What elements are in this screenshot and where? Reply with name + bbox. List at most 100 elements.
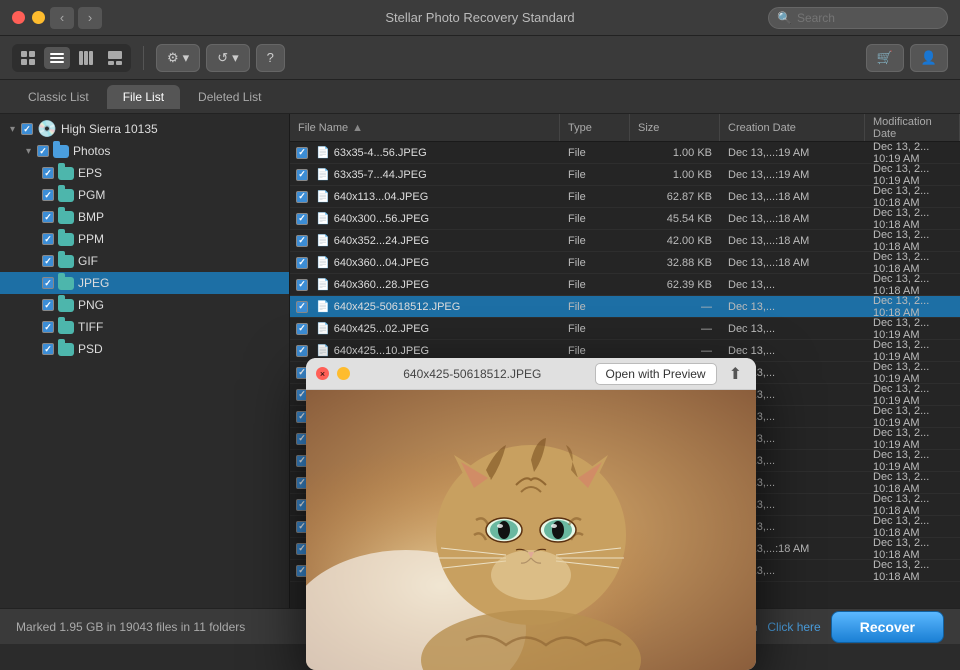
file-list-header: File Name ▲ Type Size Creation Date Modi… bbox=[290, 114, 960, 142]
sidebar-item-photos[interactable]: ▾ ✓ Photos bbox=[0, 140, 289, 162]
file-name-cell: ✓ 📄 640x352...24.JPEG bbox=[290, 234, 560, 247]
row-checkbox-2[interactable]: ✓ bbox=[296, 191, 308, 203]
minimize-button[interactable] bbox=[32, 11, 45, 24]
view-columns-button[interactable] bbox=[73, 47, 99, 69]
sidebar-label-ppm: PPM bbox=[78, 232, 283, 246]
table-row[interactable]: ✓ 📄 63x35-7...44.JPEG File 1.00 KB Dec 1… bbox=[290, 164, 960, 186]
checkbox-pgm[interactable]: ✓ bbox=[42, 189, 54, 201]
sidebar-item-ppm[interactable]: ✓ PPM bbox=[0, 228, 289, 250]
row-checkbox-9[interactable]: ✓ bbox=[296, 345, 308, 357]
column-header-creation[interactable]: Creation Date bbox=[720, 114, 865, 141]
preview-minimize-button[interactable] bbox=[337, 367, 350, 380]
file-type-cell: File bbox=[560, 169, 630, 181]
row-checkbox-1[interactable]: ✓ bbox=[296, 169, 308, 181]
file-modification-cell: Dec 13, 2... 10:18 AM bbox=[865, 295, 960, 319]
file-doc-icon: 📄 bbox=[316, 322, 330, 335]
checkbox-psd[interactable]: ✓ bbox=[42, 343, 54, 355]
cart-button[interactable]: 🛒 bbox=[866, 44, 904, 72]
preview-image bbox=[306, 390, 756, 670]
view-grid-button[interactable] bbox=[15, 47, 41, 69]
file-doc-icon: 📄 bbox=[316, 190, 330, 203]
help-button[interactable]: ? bbox=[256, 44, 285, 72]
table-row[interactable]: ✓ 📄 640x425...02.JPEG File — Dec 13,... … bbox=[290, 318, 960, 340]
tab-classic-list[interactable]: Classic List bbox=[12, 85, 105, 109]
column-header-type[interactable]: Type bbox=[560, 114, 630, 141]
column-header-size[interactable]: Size bbox=[630, 114, 720, 141]
open-with-preview-button[interactable]: Open with Preview bbox=[595, 363, 717, 385]
share-button[interactable]: ⬆ bbox=[725, 364, 746, 384]
back-button[interactable]: ‹ bbox=[50, 7, 74, 29]
table-row[interactable]: ✓ 📄 640x425-50618512.JPEG File — Dec 13,… bbox=[290, 296, 960, 318]
sidebar-label-high-sierra: High Sierra 10135 bbox=[61, 122, 283, 136]
row-checkbox-7[interactable]: ✓ bbox=[296, 301, 308, 313]
preview-close-button[interactable]: × bbox=[316, 367, 329, 380]
sidebar-item-png[interactable]: ✓ PNG bbox=[0, 294, 289, 316]
table-row[interactable]: ✓ 📄 63x35-4...56.JPEG File 1.00 KB Dec 1… bbox=[290, 142, 960, 164]
checkbox-png[interactable]: ✓ bbox=[42, 299, 54, 311]
sidebar-item-psd[interactable]: ✓ PSD bbox=[0, 338, 289, 360]
search-box[interactable]: 🔍 bbox=[768, 7, 948, 29]
toolbar: ⚙ ▾ ↺ ▾ ? 🛒 👤 bbox=[0, 36, 960, 80]
checkbox-eps[interactable]: ✓ bbox=[42, 167, 54, 179]
recover-action-button[interactable]: ↺ ▾ bbox=[206, 44, 249, 72]
close-button[interactable] bbox=[12, 11, 25, 24]
row-checkbox-0[interactable]: ✓ bbox=[296, 147, 308, 159]
row-checkbox-4[interactable]: ✓ bbox=[296, 235, 308, 247]
file-type-cell: File bbox=[560, 213, 630, 225]
cart-icon: 🛒 bbox=[877, 50, 893, 66]
tab-deleted-list[interactable]: Deleted List bbox=[182, 85, 277, 109]
file-modification-cell: Dec 13, 2... 10:19 AM bbox=[865, 339, 960, 363]
checkbox-bmp[interactable]: ✓ bbox=[42, 211, 54, 223]
checkbox-photos[interactable]: ✓ bbox=[37, 145, 49, 157]
file-size-cell: 42.00 KB bbox=[630, 235, 720, 247]
profile-button[interactable]: 👤 bbox=[910, 44, 948, 72]
row-checkbox-5[interactable]: ✓ bbox=[296, 257, 308, 269]
file-doc-icon: 📄 bbox=[316, 256, 330, 269]
file-size-cell: 1.00 KB bbox=[630, 169, 720, 181]
column-header-name[interactable]: File Name ▲ bbox=[290, 114, 560, 141]
sidebar-label-jpeg: JPEG bbox=[78, 276, 283, 290]
sidebar-item-bmp[interactable]: ✓ BMP bbox=[0, 206, 289, 228]
checkbox-gif[interactable]: ✓ bbox=[42, 255, 54, 267]
drive-icon: 💿 bbox=[37, 119, 57, 139]
sidebar-item-pgm[interactable]: ✓ PGM bbox=[0, 184, 289, 206]
settings-button[interactable]: ⚙ ▾ bbox=[156, 44, 200, 72]
table-row[interactable]: ✓ 📄 640x360...28.JPEG File 62.39 KB Dec … bbox=[290, 274, 960, 296]
file-name-text: 640x425-50618512.JPEG bbox=[334, 301, 461, 313]
view-cover-button[interactable] bbox=[102, 47, 128, 69]
toolbar-separator-1 bbox=[143, 46, 144, 70]
row-checkbox-8[interactable]: ✓ bbox=[296, 323, 308, 335]
recover-button[interactable]: Recover bbox=[831, 611, 944, 643]
column-header-modification[interactable]: Modification Date bbox=[865, 114, 960, 141]
tab-file-list[interactable]: File List bbox=[107, 85, 180, 109]
row-checkbox-3[interactable]: ✓ bbox=[296, 213, 308, 225]
search-input[interactable] bbox=[797, 11, 939, 25]
forward-button[interactable]: › bbox=[78, 7, 102, 29]
row-checkbox-6[interactable]: ✓ bbox=[296, 279, 308, 291]
checkbox-ppm[interactable]: ✓ bbox=[42, 233, 54, 245]
file-creation-cell: Dec 13,...:18 AM bbox=[720, 257, 865, 269]
file-modification-cell: Dec 13, 2... 10:18 AM bbox=[865, 493, 960, 517]
file-type-cell: File bbox=[560, 257, 630, 269]
table-row[interactable]: ✓ 📄 640x113...04.JPEG File 62.87 KB Dec … bbox=[290, 186, 960, 208]
table-row[interactable]: ✓ 📄 640x352...24.JPEG File 42.00 KB Dec … bbox=[290, 230, 960, 252]
sidebar-item-tiff[interactable]: ✓ TIFF bbox=[0, 316, 289, 338]
settings-arrow: ▾ bbox=[183, 50, 190, 66]
file-creation-cell: Dec 13,...:18 AM bbox=[720, 235, 865, 247]
click-here-link[interactable]: Click here bbox=[767, 620, 820, 634]
checkbox-jpeg[interactable]: ✓ bbox=[42, 277, 54, 289]
table-row[interactable]: ✓ 📄 640x360...04.JPEG File 32.88 KB Dec … bbox=[290, 252, 960, 274]
sidebar-label-bmp: BMP bbox=[78, 210, 283, 224]
file-doc-icon: 📄 bbox=[316, 146, 330, 159]
checkbox-tiff[interactable]: ✓ bbox=[42, 321, 54, 333]
checkbox-high-sierra[interactable]: ✓ bbox=[21, 123, 33, 135]
sidebar-item-jpeg[interactable]: ✓ JPEG bbox=[0, 272, 289, 294]
view-list-button[interactable] bbox=[44, 47, 70, 69]
folder-icon-psd bbox=[58, 343, 74, 356]
folder-icon-gif bbox=[58, 255, 74, 268]
sidebar-item-gif[interactable]: ✓ GIF bbox=[0, 250, 289, 272]
sidebar-item-eps[interactable]: ✓ EPS bbox=[0, 162, 289, 184]
sidebar-item-high-sierra[interactable]: ▾ ✓ 💿 High Sierra 10135 bbox=[0, 118, 289, 140]
profile-icon: 👤 bbox=[921, 50, 937, 66]
table-row[interactable]: ✓ 📄 640x300...56.JPEG File 45.54 KB Dec … bbox=[290, 208, 960, 230]
